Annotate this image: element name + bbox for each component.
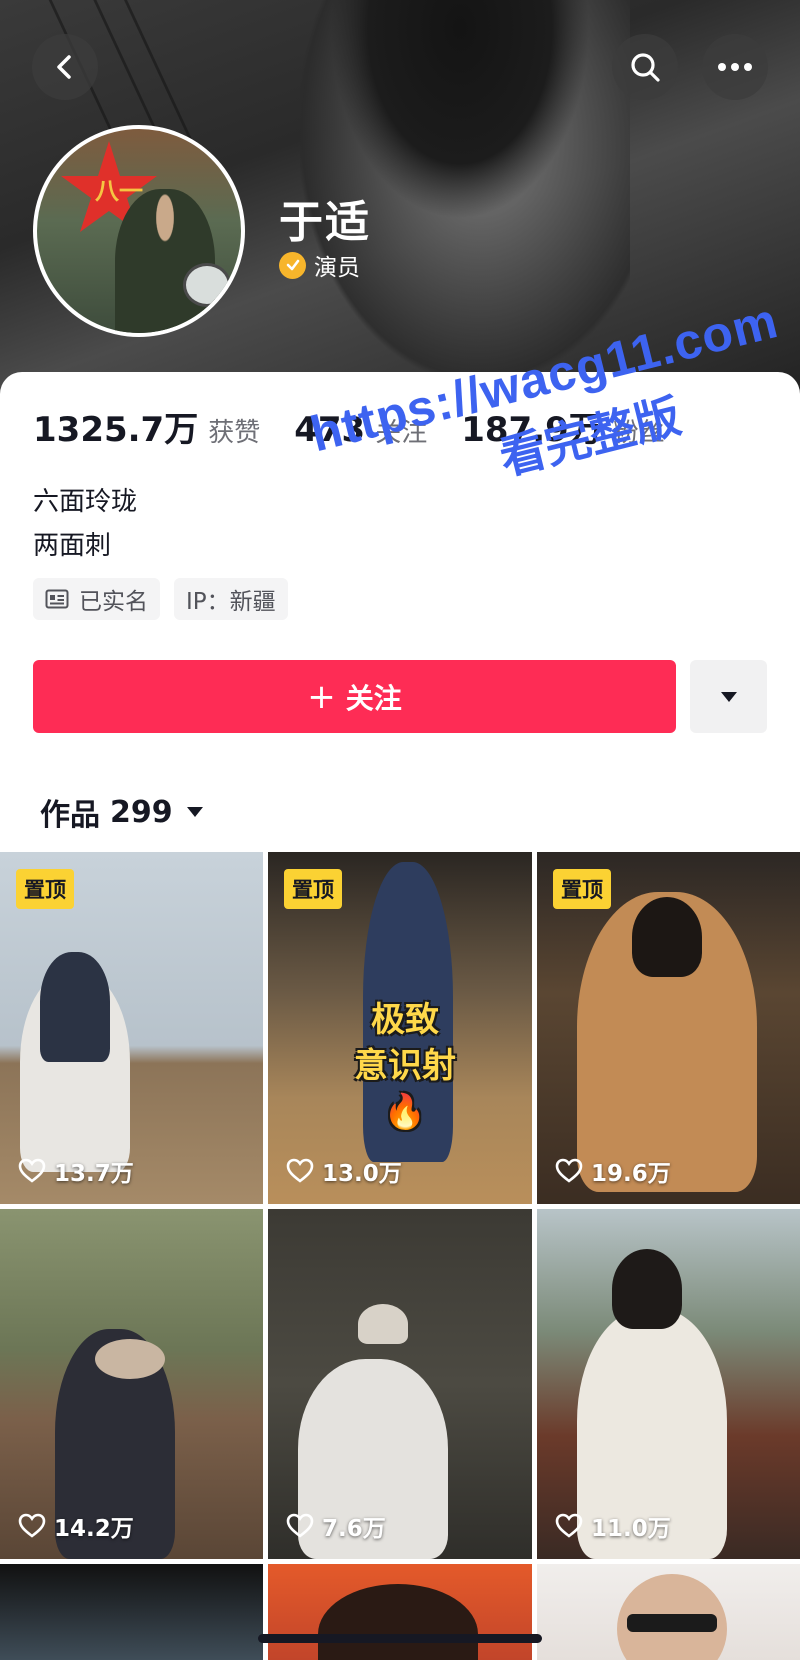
video-likes: 13.0万 xyxy=(286,1154,402,1188)
overlay-line: 极致 xyxy=(371,1000,439,1040)
tag-label: 已实名 xyxy=(79,589,148,615)
video-likes: 14.2万 xyxy=(18,1509,134,1543)
tag-real-name[interactable]: 已实名 xyxy=(33,578,160,620)
heart-icon xyxy=(18,1158,46,1183)
video-tile[interactable]: 置顶 极致 意识射🔥 13.0万 xyxy=(268,852,532,1204)
recommend-dropdown-button[interactable] xyxy=(690,660,767,733)
verified-check-icon xyxy=(279,251,306,279)
pinned-badge: 置顶 xyxy=(553,869,611,909)
follow-label: 关注 xyxy=(345,681,402,715)
plus-icon: + xyxy=(307,676,336,717)
video-thumbnail-subject xyxy=(95,1339,165,1379)
video-tile[interactable]: 11.0万 xyxy=(537,1209,800,1559)
profile-name: 于适 xyxy=(279,197,371,248)
stat-value: 1325.7万 xyxy=(33,410,199,450)
caret-down-icon xyxy=(720,691,737,702)
likes-count: 19.6万 xyxy=(591,1161,671,1187)
search-button[interactable] xyxy=(612,34,678,100)
likes-count: 7.6万 xyxy=(322,1516,386,1542)
heart-icon xyxy=(555,1158,583,1183)
stat-label: 获赞 xyxy=(208,418,261,448)
bio-line: 六面玲珑 xyxy=(33,487,138,517)
video-likes: 13.7万 xyxy=(18,1154,134,1188)
works-label: 作品 xyxy=(40,798,100,833)
avatar-helmet xyxy=(183,263,231,307)
avatar[interactable]: 八一 xyxy=(33,125,245,337)
bio-line: 两面刺 xyxy=(33,531,112,561)
likes-count: 14.2万 xyxy=(54,1516,134,1542)
tab-works[interactable]: 作品 299 xyxy=(40,790,205,834)
video-overlay-caption: 极致 意识射🔥 xyxy=(340,997,470,1135)
more-dots-icon xyxy=(718,63,752,71)
heart-icon xyxy=(286,1513,314,1538)
verified-label: 演员 xyxy=(314,255,360,281)
verified-badge: 演员 xyxy=(279,248,360,282)
video-likes: 11.0万 xyxy=(555,1509,671,1543)
overlay-line: 意识射🔥 xyxy=(354,1046,456,1132)
back-button[interactable] xyxy=(32,34,98,100)
caret-down-icon xyxy=(186,807,203,817)
pinned-badge: 置顶 xyxy=(284,869,342,909)
video-tile[interactable]: 14.2万 xyxy=(0,1209,263,1559)
video-thumbnail-subject xyxy=(358,1304,408,1344)
heart-icon xyxy=(555,1513,583,1538)
likes-count: 13.7万 xyxy=(54,1161,134,1187)
chevron-left-icon xyxy=(57,55,71,79)
video-likes: 7.6万 xyxy=(286,1509,386,1543)
video-tile[interactable] xyxy=(537,1564,800,1660)
likes-count: 11.0万 xyxy=(591,1516,671,1542)
video-thumbnail-subject xyxy=(632,897,702,977)
search-icon xyxy=(631,53,660,82)
video-tile[interactable]: 置顶 13.7万 xyxy=(0,852,263,1204)
home-indicator[interactable] xyxy=(258,1634,542,1643)
tag-label: IP：新疆 xyxy=(186,589,276,615)
video-likes: 19.6万 xyxy=(555,1154,671,1188)
pinned-badge: 置顶 xyxy=(16,869,74,909)
video-thumbnail-subject xyxy=(612,1249,682,1329)
video-tile[interactable]: 7.6万 xyxy=(268,1209,532,1559)
bio: 六面玲珑 两面刺 xyxy=(33,480,137,568)
video-tile[interactable]: 置顶 19.6万 xyxy=(537,852,800,1204)
works-count: 299 xyxy=(110,794,173,830)
likes-count: 13.0万 xyxy=(322,1161,402,1187)
profile-tags: 已实名 IP：新疆 xyxy=(33,578,302,620)
video-thumbnail-subject xyxy=(318,1584,478,1660)
id-card-icon xyxy=(45,589,69,609)
glasses xyxy=(627,1614,717,1632)
more-button[interactable] xyxy=(702,34,768,100)
tag-ip-location: IP：新疆 xyxy=(174,578,288,620)
heart-icon xyxy=(286,1158,314,1183)
stat-likes[interactable]: 1325.7万 获赞 xyxy=(33,402,260,451)
video-tile[interactable] xyxy=(0,1564,263,1660)
video-tile[interactable] xyxy=(268,1564,532,1660)
follow-button[interactable]: + 关注 xyxy=(33,660,676,733)
video-thumbnail-subject xyxy=(40,952,110,1062)
heart-icon xyxy=(18,1513,46,1538)
